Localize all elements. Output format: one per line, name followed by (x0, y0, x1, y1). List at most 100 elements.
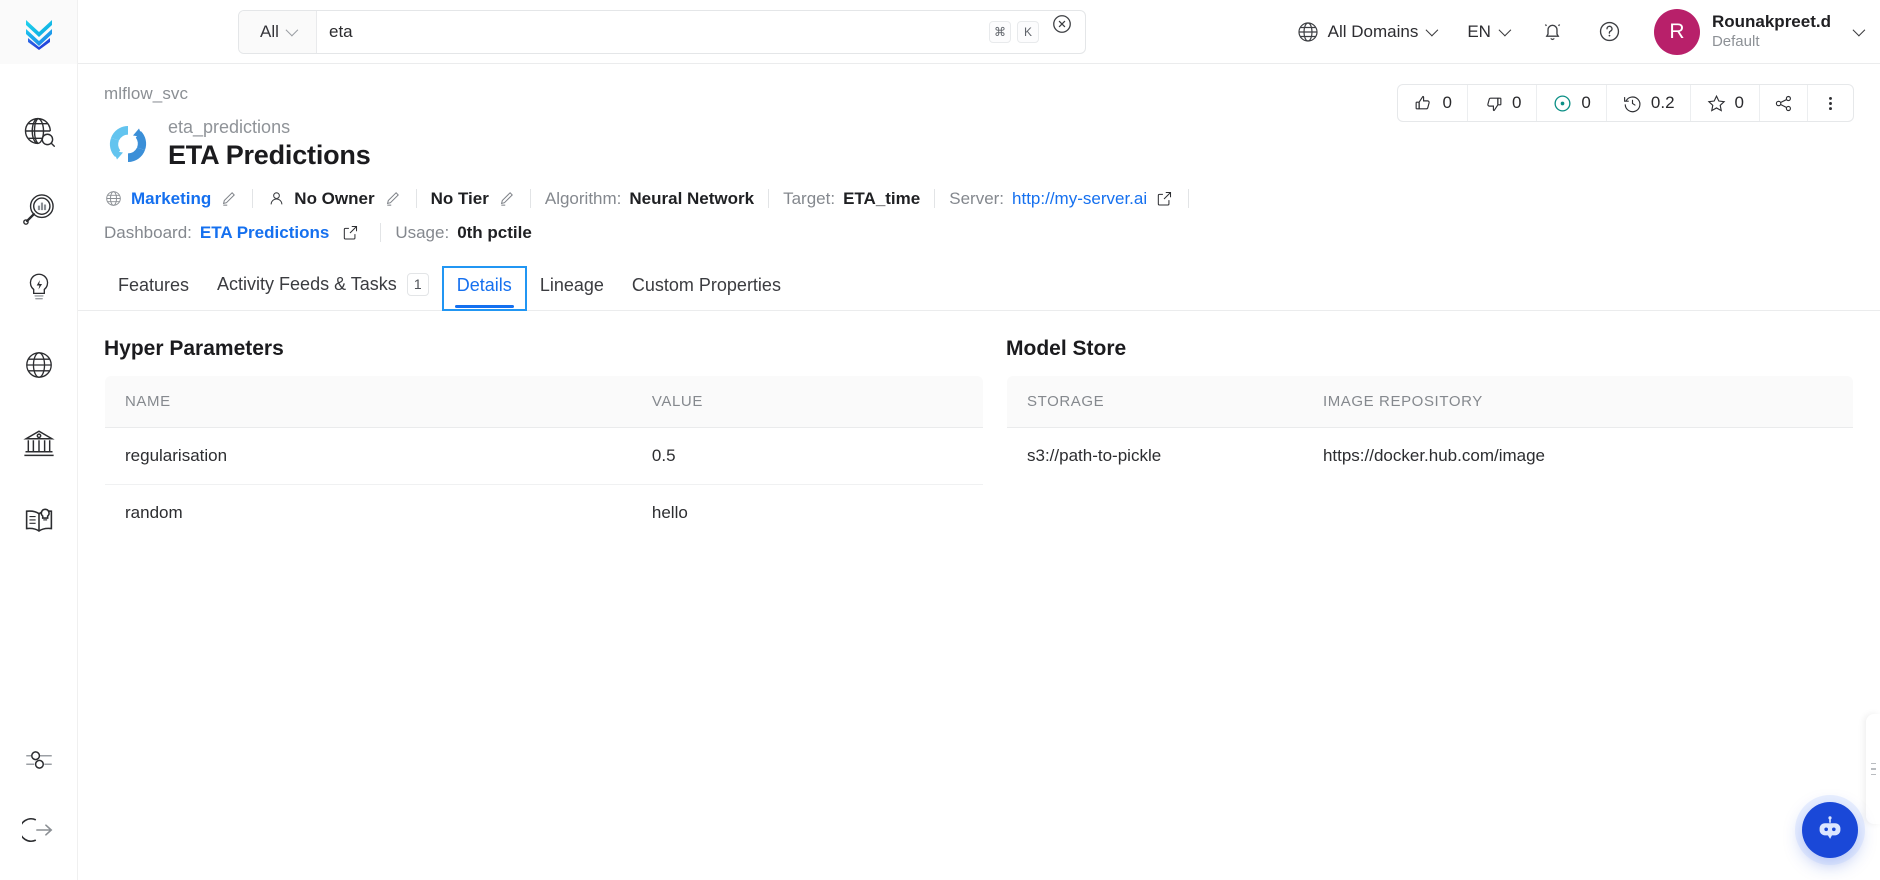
ml-model-sync-icon (109, 125, 147, 162)
kbd-k: K (1017, 20, 1039, 43)
meta-server-label: Server: (949, 188, 1005, 208)
search-shortcut-hint: ⌘ K (989, 11, 1049, 53)
table-header-row: NAME VALUE (105, 375, 983, 428)
help-button[interactable] (1581, 10, 1638, 54)
meta-server-value[interactable]: http://my-server.ai (1012, 189, 1147, 209)
sidebar-item-domains[interactable] (0, 326, 78, 404)
divider (415, 189, 417, 209)
edit-domain-button[interactable] (219, 189, 238, 208)
data-quality-count: 0 (1581, 93, 1591, 112)
vertical-dots-icon (1829, 96, 1832, 110)
external-link-icon (1157, 192, 1172, 206)
sidebar-item-settings[interactable] (0, 732, 78, 788)
divider (380, 223, 382, 243)
chevron-down-icon (1852, 23, 1866, 37)
usage-value: 0.2 (1650, 93, 1675, 112)
cell-param-value: hello (651, 502, 688, 522)
meta-target: Target: ETA_time (783, 189, 934, 209)
scroll-handle[interactable] (1866, 714, 1880, 824)
edit-tier-button[interactable] (497, 189, 516, 208)
meta-usage: Usage: 0th pctile (395, 223, 546, 243)
down-vote-button[interactable]: 0 (1468, 85, 1538, 121)
model-store-panel: Model Store STORAGE IMAGE REPOSITORY s3:… (1006, 337, 1854, 880)
table-row: regularisation 0.5 (105, 427, 983, 485)
meta-algorithm-value: Neural Network (629, 188, 755, 208)
usage-indicator[interactable]: 0.2 (1607, 85, 1691, 121)
meta-tier-value: No Tier (430, 188, 489, 208)
language-selector[interactable]: EN (1451, 10, 1524, 54)
table-row: random hello (105, 484, 983, 541)
dashboard-external-link[interactable] (341, 223, 360, 242)
up-vote-button[interactable]: 0 (1398, 85, 1468, 121)
hyper-parameters-table: NAME VALUE regularisation 0.5 random hel… (104, 374, 984, 542)
meta-owner-value: No Owner (294, 188, 375, 208)
meta-domain[interactable]: Marketing (104, 189, 252, 209)
sidebar-item-insights[interactable] (0, 248, 78, 326)
server-external-link[interactable] (1155, 189, 1174, 208)
follow-button[interactable]: 0 (1691, 85, 1760, 121)
main-content: mlflow_svc eta_predictions ETA Predictio… (78, 64, 1880, 880)
top-navigation-bar: All ⌘ K (0, 0, 1880, 64)
globe-grid-icon (25, 352, 52, 378)
star-icon (1707, 94, 1725, 112)
column-header-image-repository: IMAGE REPOSITORY (1302, 375, 1853, 428)
chevron-down-icon (1425, 23, 1439, 37)
meta-tier[interactable]: No Tier (431, 189, 530, 209)
meta-dashboard-label: Dashboard: (104, 222, 192, 242)
cell-storage-link[interactable]: s3://path-to-pickle (1007, 427, 1303, 484)
chevron-down-icon (285, 23, 299, 37)
question-circle-icon (1597, 19, 1622, 44)
sidebar-item-observability[interactable] (0, 170, 78, 248)
share-button[interactable] (1760, 85, 1808, 121)
global-search: All ⌘ K (238, 9, 1086, 54)
divider (768, 189, 770, 209)
edit-owner-button[interactable] (383, 189, 402, 208)
language-selector-label: EN (1467, 21, 1491, 41)
tab-features[interactable]: Features (104, 267, 203, 310)
sidebar-item-knowledge[interactable] (0, 482, 78, 560)
meta-domain-value[interactable]: Marketing (131, 189, 211, 209)
follow-count: 0 (1734, 93, 1744, 112)
search-input[interactable] (329, 21, 977, 42)
domain-selector[interactable]: All Domains (1280, 10, 1452, 54)
notifications-button[interactable] (1524, 10, 1581, 54)
entity-header: mlflow_svc eta_predictions ETA Predictio… (78, 64, 1880, 243)
more-options-button[interactable] (1808, 85, 1853, 121)
entity-title-row: eta_predictions ETA Predictions (104, 117, 1854, 171)
tab-lineage[interactable]: Lineage (526, 267, 618, 310)
pencil-icon (223, 192, 236, 206)
tab-custom-properties[interactable]: Custom Properties (618, 267, 795, 310)
sidebar-item-explore[interactable] (0, 92, 78, 170)
meta-owner[interactable]: No Owner (267, 189, 415, 209)
column-header-storage: STORAGE (1007, 375, 1303, 428)
user-profile-menu[interactable]: R Rounakpreet.d Default (1638, 8, 1866, 55)
meta-dashboard: Dashboard: ETA Predictions (104, 223, 374, 243)
tab-count-badge: 1 (406, 272, 429, 296)
scroll-grip-line (1870, 773, 1876, 776)
profile-name: Rounakpreet.d (1711, 11, 1831, 31)
cell-param-name: random (125, 502, 183, 522)
domain-selector-label: All Domains (1327, 21, 1419, 41)
tab-label: Activity Feeds & Tasks (217, 273, 397, 294)
meta-dashboard-value[interactable]: ETA Predictions (200, 223, 329, 243)
sidebar-item-logout[interactable] (0, 802, 78, 858)
table-row: s3://path-to-pickle https://docker.hub.c… (1007, 427, 1853, 484)
tab-activity-feeds-and-tasks[interactable]: Activity Feeds & Tasks 1 (203, 265, 443, 310)
thumbs-up-icon (1416, 95, 1431, 109)
bank-icon (22, 430, 55, 457)
data-quality-indicator[interactable]: 0 (1537, 85, 1607, 121)
open-book-bulb-icon (25, 508, 52, 532)
chat-assistant-button[interactable] (1802, 802, 1858, 858)
history-clock-icon (1623, 95, 1641, 112)
user-icon (270, 192, 283, 205)
search-scope-dropdown[interactable]: All (239, 10, 317, 53)
search-scope-label: All (260, 21, 279, 41)
sidebar-item-govern[interactable] (0, 404, 78, 482)
cell-image-repository-link[interactable]: https://docker.hub.com/image (1303, 427, 1853, 484)
app-logo[interactable] (0, 0, 78, 64)
globe-icon (106, 191, 121, 207)
search-clear-button[interactable] (1049, 11, 1075, 37)
column-header-value: VALUE (631, 375, 983, 428)
tab-details[interactable]: Details (441, 265, 527, 311)
sidebar-bottom-actions (0, 732, 78, 858)
